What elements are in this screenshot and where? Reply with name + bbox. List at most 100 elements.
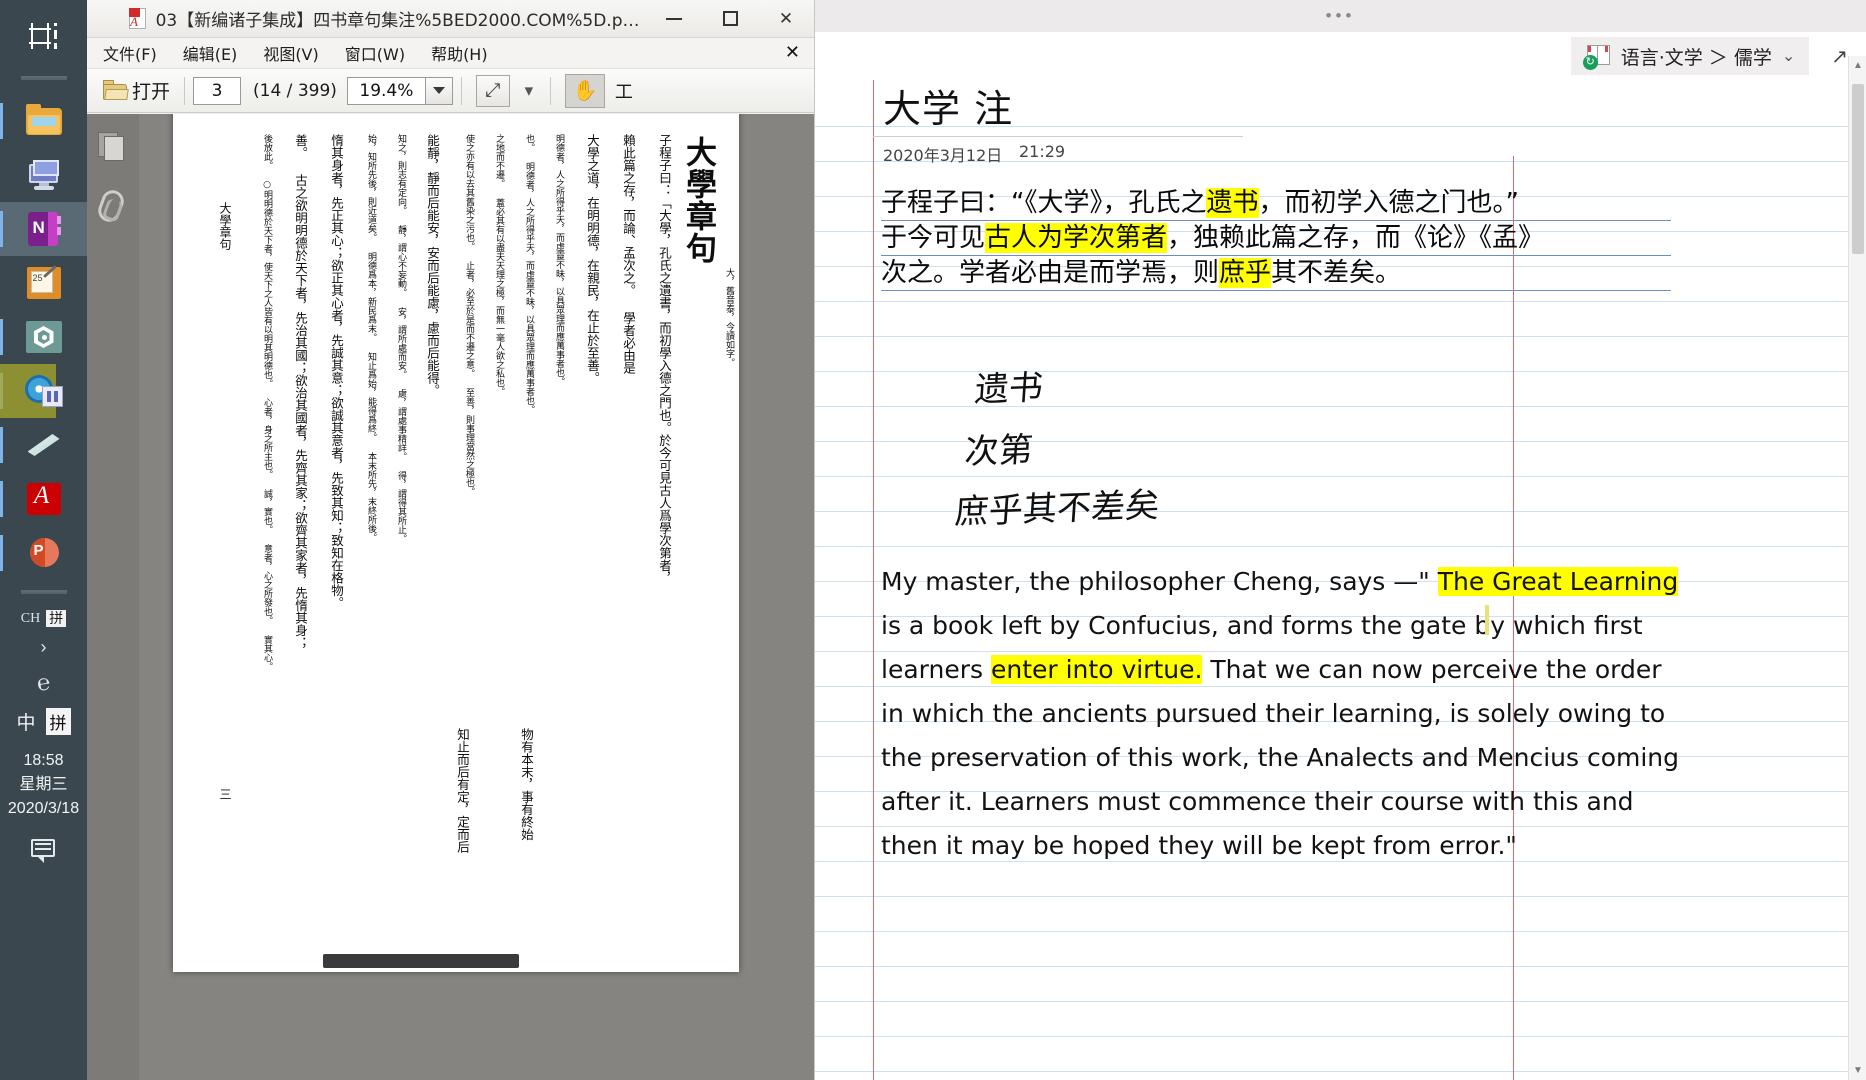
title-underline bbox=[873, 136, 1243, 137]
page-date: 2020年3月12日 bbox=[883, 146, 1003, 165]
pdf-col-6: 之地而不遷。 蓋必其有以盡夫天理之極，而無一毫人欲之私也。 bbox=[494, 134, 504, 396]
taskbar-item-file-explorer[interactable] bbox=[0, 94, 87, 148]
pdf-toolbar: 打开 3 (14 / 399) 19.4% ⤢ ▾ ✋ 工 bbox=[87, 69, 814, 113]
tray-date: 2020/3/18 bbox=[7, 800, 80, 818]
pen-icon[interactable]: ℮ bbox=[35, 670, 52, 698]
highlighted-text: 古人为学次第者 bbox=[985, 223, 1168, 253]
taskbar-item-remote-desktop[interactable] bbox=[0, 148, 87, 202]
notebook-sync-icon: ↻ bbox=[1582, 44, 1611, 70]
taskbar-item-powerpoint[interactable]: P bbox=[0, 526, 87, 580]
close-button[interactable]: ✕ bbox=[758, 0, 814, 38]
open-button-label: 打开 bbox=[132, 81, 171, 103]
scroll-up-arrow-icon[interactable]: ▲ bbox=[1853, 60, 1863, 71]
scroll-down-arrow-icon[interactable]: ▼ bbox=[1853, 1065, 1863, 1076]
close-document-icon[interactable]: ✕ bbox=[785, 42, 800, 63]
text-line: the preservation of this work, the Anale… bbox=[881, 736, 1681, 780]
tray-ime-indicator[interactable]: 中 拼 bbox=[16, 708, 71, 736]
english-text-block[interactable]: My master, the philosopher Cheng, says —… bbox=[881, 560, 1681, 868]
pdf-col-10: 始，知所先後，則近道矣。 明德爲本，新民爲末。 知止爲始，能得爲終。 本末所先，… bbox=[366, 134, 376, 542]
pdf-col-1: 子程子曰：「大學，孔氏之遺書，而初學入德之門也。於今可見古人爲學次第者， bbox=[657, 134, 672, 584]
highlighted-text: enter into virtue. bbox=[990, 655, 1203, 684]
menu-window[interactable]: 窗口(W) bbox=[345, 41, 405, 65]
onenote-icon: N bbox=[25, 210, 63, 248]
scrollbar-thumb[interactable] bbox=[1852, 84, 1864, 254]
text-run: in which the ancients pursued their lear… bbox=[881, 699, 1666, 728]
breadcrumb-label: 语言·文学 ＞ 儒学 bbox=[1620, 46, 1772, 69]
chevron-down-icon bbox=[432, 87, 445, 94]
fit-page-button[interactable]: ⤢ bbox=[475, 74, 510, 107]
pdf-col-14: 物有本末，事有終始 bbox=[519, 728, 534, 841]
more-tools-icon: ▾ bbox=[524, 80, 534, 100]
paperclip-icon[interactable] bbox=[95, 187, 130, 228]
menu-view[interactable]: 视图(V) bbox=[263, 41, 318, 65]
taskbar-logo[interactable] bbox=[0, 0, 87, 72]
pdf-canvas[interactable]: 大學章句 大，舊音泰，今讀如字。 子程子曰：「大學，孔氏之遺書，而初學入德之門也… bbox=[139, 114, 814, 1080]
taskbar-item-onenote[interactable]: N bbox=[0, 202, 87, 256]
pdf-title-bar[interactable]: A 03【新编诸子集成】四书章句集注%5BED2000.COM%5D.pdf -… bbox=[87, 0, 814, 38]
pages-icon[interactable] bbox=[96, 130, 130, 170]
more-options-icon[interactable]: ••• bbox=[1326, 7, 1356, 24]
toolbar-divider-2 bbox=[460, 76, 462, 105]
handwritten-note: 遗书 bbox=[973, 367, 1045, 411]
onenote-page[interactable]: 大学 注 2020年3月12日 21:29 子程子曰：“《大学》，孔氏之遗书，而… bbox=[815, 80, 1848, 1080]
text-line: is a book left by Confucius, and forms t… bbox=[881, 604, 1681, 648]
taskbar-item-onenote-desktop[interactable] bbox=[0, 418, 87, 472]
chinese-text-block[interactable]: 子程子曰：“《大学》，孔氏之遗书，而初学入德之门也。” 于今可见古人为学次第者，独… bbox=[881, 186, 1671, 291]
pdf-menu-bar: 文件(F) 编辑(E) 视图(V) 窗口(W) 帮助(H) ✕ bbox=[87, 38, 814, 69]
pdf-col-12: 善。 古之欲明明德於天下者，先治其國；欲治其國者，先齊其家；欲齊其家者，先惰其身… bbox=[293, 134, 308, 649]
menu-edit[interactable]: 编辑(E) bbox=[183, 41, 238, 65]
menu-file[interactable]: 文件(F) bbox=[103, 41, 157, 65]
hexagon-app-icon bbox=[25, 318, 63, 356]
page-time: 21:29 bbox=[1019, 142, 1066, 161]
tray-clock[interactable]: 18:58 星期三 2020/3/18 bbox=[8, 749, 79, 821]
pdf-col-3: 大學之道，在明明德，在親民，在止於至善。 bbox=[585, 134, 600, 384]
pdf-heading-note: 大，舊音泰，今讀如字。 bbox=[724, 268, 734, 367]
page-title[interactable]: 大学 注 bbox=[883, 80, 1013, 133]
taskbar-item-media-player[interactable] bbox=[0, 364, 87, 418]
folder-icon bbox=[25, 102, 63, 140]
pdf-page-heading: 大學章句 bbox=[680, 136, 716, 264]
tool-label: 工 bbox=[614, 81, 633, 103]
open-folder-icon bbox=[103, 80, 129, 101]
tray-expand-chevron-icon[interactable]: › bbox=[41, 637, 47, 658]
pdf-body: 大學章句 大，舊音泰，今讀如字。 子程子曰：「大學，孔氏之遺書，而初學入德之門也… bbox=[87, 114, 814, 1080]
acrobat-icon: A bbox=[25, 480, 63, 518]
text-run: is a book left by Confucius, and forms t… bbox=[881, 611, 1643, 640]
onenote-scrollbar[interactable]: ▲ ▼ bbox=[1848, 56, 1866, 1080]
taskbar-tray-divider bbox=[20, 590, 67, 594]
maximize-button[interactable] bbox=[702, 0, 758, 38]
page-total-label: (14 / 399) bbox=[253, 80, 337, 101]
taskbar-item-acrobat[interactable]: A bbox=[0, 472, 87, 526]
pdf-col-9: 知之，則志有定向。 靜，謂心不妄動。 安，謂所處而安。 慮，謂處事精詳。 得，謂… bbox=[396, 134, 406, 543]
zoom-dropdown-button[interactable] bbox=[424, 76, 453, 105]
tray-ime-indicator-compact[interactable]: CH 拼 bbox=[21, 610, 67, 628]
text-cursor bbox=[1485, 605, 1489, 635]
text-run: 次之。学者必由是而学焉，则 bbox=[881, 258, 1220, 288]
text-run: ，独赖此篇之存，而《论》《孟》 bbox=[1167, 223, 1545, 253]
text-line: learners enter into virtue. That we can … bbox=[881, 648, 1681, 692]
minimize-button[interactable] bbox=[646, 0, 702, 38]
windows-taskbar: N 25 A P CH 拼 › ℮ 中 拼 18:58 星期三 2020/3/1… bbox=[0, 0, 87, 1080]
highlighted-text: 遗书 bbox=[1206, 188, 1259, 218]
more-tools-button[interactable]: ▾ bbox=[516, 75, 542, 107]
zoom-control[interactable]: 19.4% bbox=[346, 76, 453, 105]
notification-icon[interactable] bbox=[30, 839, 57, 864]
open-button[interactable]: 打开 bbox=[97, 74, 176, 108]
page-number-input[interactable]: 3 bbox=[193, 76, 242, 105]
pdf-col-11: 惰其身者，先正其心；欲正其心者，先誠其意；欲誠其意者，先致其知；致知在格物。 bbox=[329, 134, 344, 609]
window-controls: ✕ bbox=[646, 0, 814, 38]
note-page-icon bbox=[25, 426, 63, 464]
zoom-value-input[interactable]: 19.4% bbox=[346, 76, 425, 105]
expand-icon[interactable]: ↗ bbox=[1831, 44, 1848, 69]
handwritten-note: 庶乎其不差矣 bbox=[953, 485, 1161, 533]
menu-help[interactable]: 帮助(H) bbox=[431, 41, 488, 65]
breadcrumb[interactable]: ↻ 语言·文学 ＞ 儒学 ⌄ bbox=[1570, 37, 1810, 75]
taskbar-item-sticky-notes[interactable]: 25 bbox=[0, 256, 87, 310]
text-run: My master, the philosopher Cheng, says —… bbox=[881, 567, 1438, 596]
hand-tool-button[interactable]: ✋ bbox=[564, 73, 605, 108]
onenote-top-bar[interactable]: ••• bbox=[815, 0, 1866, 32]
text-run: the preservation of this work, the Anale… bbox=[881, 743, 1680, 772]
handwriting-block[interactable]: 遗书 次第 庶乎其不差矣 bbox=[953, 367, 1161, 533]
chevron-down-icon[interactable]: ⌄ bbox=[1782, 46, 1795, 66]
taskbar-item-hex-app[interactable] bbox=[0, 310, 87, 364]
